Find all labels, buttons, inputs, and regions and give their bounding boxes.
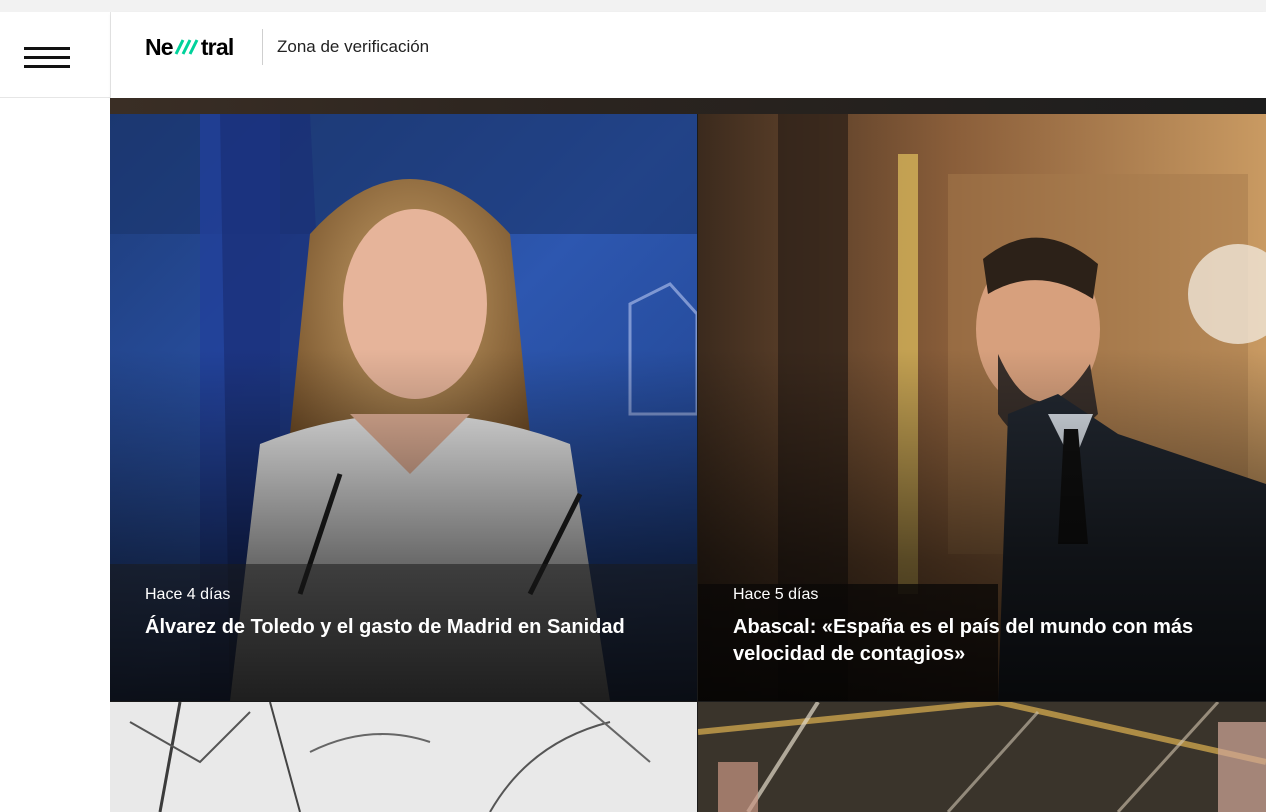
page: Ne tral Zona de verificación Hace 4 días… [0,0,1266,812]
article-card-3[interactable] [110,702,697,812]
article-time: Hace 4 días [145,586,231,603]
left-rail [0,12,111,812]
top-image-strip [110,98,1266,114]
newtral-logo[interactable]: Ne tral [145,33,234,61]
site-header: Ne tral Zona de verificación [111,12,1266,98]
article-time: Hace 5 días [733,586,819,603]
hamburger-menu-icon[interactable] [24,44,72,74]
article-headline[interactable]: Abascal: «España es el país del mundo co… [733,614,1233,668]
image-overlay [110,348,697,701]
rail-divider [0,97,110,98]
article-card-2[interactable]: Hace 5 días Abascal: «España es el país … [698,114,1266,701]
article-image-4 [698,702,1266,812]
article-card-4[interactable] [698,702,1266,812]
logo-divider [262,29,263,65]
section-title[interactable]: Zona de verificación [277,37,429,57]
top-strip [0,0,1266,12]
article-grid: Hace 4 días Álvarez de Toledo y el gasto… [110,98,1266,812]
article-headline[interactable]: Álvarez de Toledo y el gasto de Madrid e… [145,614,665,641]
article-card-1[interactable]: Hace 4 días Álvarez de Toledo y el gasto… [110,114,697,701]
article-image-3 [110,702,697,812]
